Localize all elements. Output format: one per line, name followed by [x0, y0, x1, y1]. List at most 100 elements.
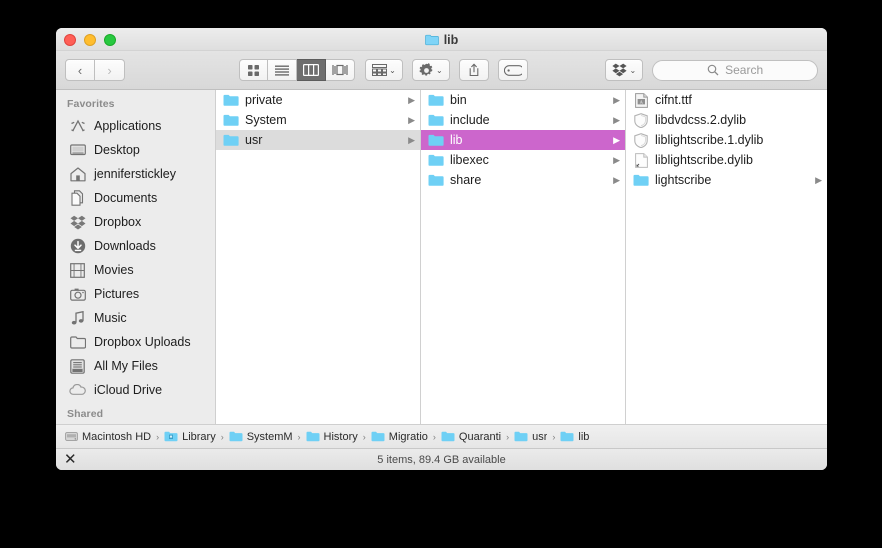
sidebar-item-dropbox-uploads[interactable]: Dropbox Uploads: [56, 330, 215, 354]
action-button[interactable]: ⌄: [411, 59, 450, 81]
sidebar-item-icloud-drive[interactable]: iCloud Drive: [56, 378, 215, 402]
sidebar-item-documents[interactable]: Documents: [56, 186, 215, 210]
column-row-label: lib: [450, 133, 463, 147]
close-icon[interactable]: ✕: [64, 451, 77, 469]
tag-button[interactable]: [498, 59, 529, 81]
column-row-selected[interactable]: usr ▶: [216, 130, 420, 150]
breadcrumb-migration[interactable]: Migratio: [371, 431, 428, 443]
column-row[interactable]: share ▶: [421, 170, 625, 190]
folder-icon: [428, 172, 444, 188]
sidebar-item-home[interactable]: jenniferstickley: [56, 162, 215, 186]
sidebar-item-downloads[interactable]: Downloads: [56, 234, 215, 258]
column-row-selected[interactable]: lib ▶: [421, 130, 625, 150]
column-row-label: libdvdcss.2.dylib: [655, 113, 747, 127]
breadcrumb-label: lib: [578, 430, 590, 443]
sidebar-item-label: jenniferstickley: [94, 167, 176, 181]
sidebar-item-label: Downloads: [94, 239, 156, 253]
share-icon: [468, 63, 480, 77]
share-button[interactable]: [458, 59, 490, 81]
sidebar-item-movies[interactable]: Movies: [56, 258, 215, 282]
column-row-label: include: [450, 113, 490, 127]
sidebar-item-label: Movies: [94, 263, 134, 277]
column-view-button[interactable]: [297, 59, 326, 81]
sidebar-item-label: Desktop: [94, 143, 140, 157]
breadcrumb-history[interactable]: History: [306, 431, 358, 443]
library-folder-icon: [164, 431, 178, 442]
sidebar[interactable]: Favorites Applications Desktop jennifers…: [56, 90, 216, 424]
column-2[interactable]: bin ▶ include ▶ lib ▶ libexec ▶ share ▶: [421, 90, 626, 424]
applications-icon: [69, 118, 86, 135]
status-bar: ✕ 5 items, 89.4 GB available: [56, 448, 827, 470]
music-icon: [69, 310, 86, 327]
column-row[interactable]: bin ▶: [421, 90, 625, 110]
chevron-right-icon: ▶: [613, 154, 620, 165]
chevron-down-icon: ⌄: [629, 65, 637, 75]
chevron-right-icon: ▶: [613, 174, 620, 185]
column-row-label: bin: [450, 93, 467, 107]
folder-icon: [428, 92, 444, 108]
sidebar-item-all-my-files[interactable]: All My Files: [56, 354, 215, 378]
breadcrumb-label: Quaranti: [458, 430, 502, 443]
breadcrumb-usr[interactable]: usr: [514, 431, 547, 443]
tag-icon: [504, 64, 523, 76]
folder-icon: [428, 152, 444, 168]
back-button[interactable]: ‹: [65, 59, 95, 81]
column-row[interactable]: lightscribe ▶: [626, 170, 827, 190]
folder-icon: [223, 92, 239, 108]
desktop-icon: [69, 142, 86, 159]
column-row[interactable]: include ▶: [421, 110, 625, 130]
forward-button[interactable]: ›: [95, 59, 125, 81]
sidebar-item-label: iCloud Drive: [94, 383, 163, 397]
column-row[interactable]: System ▶: [216, 110, 420, 130]
dropbox-button[interactable]: ⌄: [605, 59, 644, 81]
sidebar-item-label: Documents: [94, 191, 158, 205]
gear-icon: [419, 62, 434, 78]
column-row[interactable]: A cifnt.ttf: [626, 90, 827, 110]
column-3[interactable]: A cifnt.ttf libdvdcss.2.dylib liblightsc…: [626, 90, 827, 424]
dylib-icon: [633, 132, 649, 148]
window-body: Favorites Applications Desktop jennifers…: [56, 90, 827, 424]
column-row[interactable]: liblightscribe.dylib: [626, 150, 827, 170]
column-row[interactable]: liblightscribe.1.dylib: [626, 130, 827, 150]
column-row[interactable]: libexec ▶: [421, 150, 625, 170]
search-field[interactable]: Search: [652, 59, 818, 81]
icon-view-icon: [247, 64, 260, 77]
path-bar: Macintosh HD › Library › SystemM › Histo…: [56, 424, 827, 448]
window-title: lib: [56, 28, 827, 51]
sidebar-item-pictures[interactable]: Pictures: [56, 282, 215, 306]
coverflow-view-button[interactable]: [326, 59, 355, 81]
breadcrumb-macintosh-hd[interactable]: Macintosh HD: [65, 431, 151, 443]
search-icon: [707, 64, 719, 76]
sidebar-item-applications[interactable]: Applications: [56, 114, 215, 138]
sidebar-item-label: Pictures: [94, 287, 140, 301]
status-text: 5 items, 89.4 GB available: [377, 453, 506, 466]
breadcrumb-lib[interactable]: lib: [560, 431, 589, 443]
finder-window: lib ‹ › ⌄ ⌄ ⌄ Search Favorites Applicati…: [56, 28, 827, 470]
breadcrumb-quarantine[interactable]: Quaranti: [441, 431, 501, 443]
list-view-icon: [275, 65, 289, 76]
breadcrumb-systemmigration[interactable]: SystemM: [229, 431, 293, 443]
sidebar-section-shared: Shared: [67, 408, 104, 420]
chevron-right-icon: ›: [107, 62, 112, 78]
pictures-icon: [69, 286, 86, 303]
breadcrumb-separator: ›: [506, 431, 510, 442]
list-view-button[interactable]: [268, 59, 297, 81]
chevron-right-icon: ▶: [408, 114, 415, 125]
icon-view-button[interactable]: [239, 59, 268, 81]
breadcrumb-separator: ›: [297, 431, 301, 442]
column-row[interactable]: libdvdcss.2.dylib: [626, 110, 827, 130]
folder-icon: [514, 431, 528, 442]
chevron-down-icon: ⌄: [389, 65, 396, 75]
sidebar-item-music[interactable]: Music: [56, 306, 215, 330]
column-row-label: usr: [245, 133, 263, 147]
arrange-button[interactable]: ⌄: [365, 59, 403, 81]
breadcrumb-library[interactable]: Library: [164, 431, 216, 443]
breadcrumb-label: Library: [182, 430, 216, 443]
column-1[interactable]: private ▶ System ▶ usr ▶: [216, 90, 421, 424]
folder-icon: [441, 431, 455, 442]
sidebar-item-label: Music: [94, 311, 127, 325]
sidebar-item-desktop[interactable]: Desktop: [56, 138, 215, 162]
column-row[interactable]: private ▶: [216, 90, 420, 110]
sidebar-item-dropbox[interactable]: Dropbox: [56, 210, 215, 234]
chevron-right-icon: ▶: [408, 94, 415, 105]
